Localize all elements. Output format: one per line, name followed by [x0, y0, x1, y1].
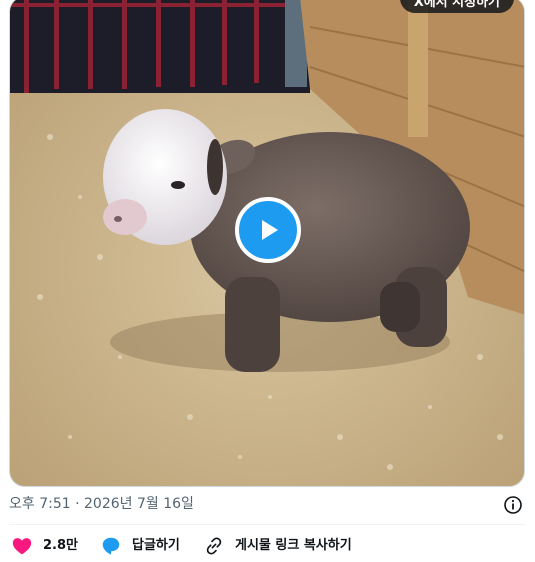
speech-bubble-icon	[102, 537, 120, 555]
tweet-time: 오후 7:51	[9, 496, 71, 512]
reply-button[interactable]: 답글하기	[100, 534, 180, 558]
reply-label: 답글하기	[132, 538, 180, 553]
play-button[interactable]	[235, 197, 301, 263]
tweet-detail: X에서 시청하기 오후 7:51 · 2026년 7월 16일 2.8만 답글하	[0, 0, 535, 562]
video-player[interactable]: X에서 시청하기	[9, 0, 525, 487]
link-icon	[206, 537, 222, 555]
tweet-actions: 2.8만 답글하기 게시물 링크 복사하기	[9, 534, 525, 558]
like-count: 2.8만	[43, 538, 78, 553]
meta-separator: ·	[75, 496, 80, 512]
copy-link-button[interactable]: 게시물 링크 복사하기	[203, 534, 352, 558]
divider	[9, 524, 525, 525]
info-icon[interactable]	[503, 495, 523, 515]
watch-on-x-badge[interactable]: X에서 시청하기	[399, 0, 514, 13]
like-button[interactable]: 2.8만	[11, 534, 78, 558]
play-icon	[262, 220, 278, 240]
copy-link-label: 게시물 링크 복사하기	[235, 538, 352, 553]
heart-icon	[12, 538, 32, 555]
tweet-date: 2026년 7월 16일	[84, 496, 194, 512]
tweet-timestamp[interactable]: 오후 7:51 · 2026년 7월 16일	[9, 494, 194, 514]
